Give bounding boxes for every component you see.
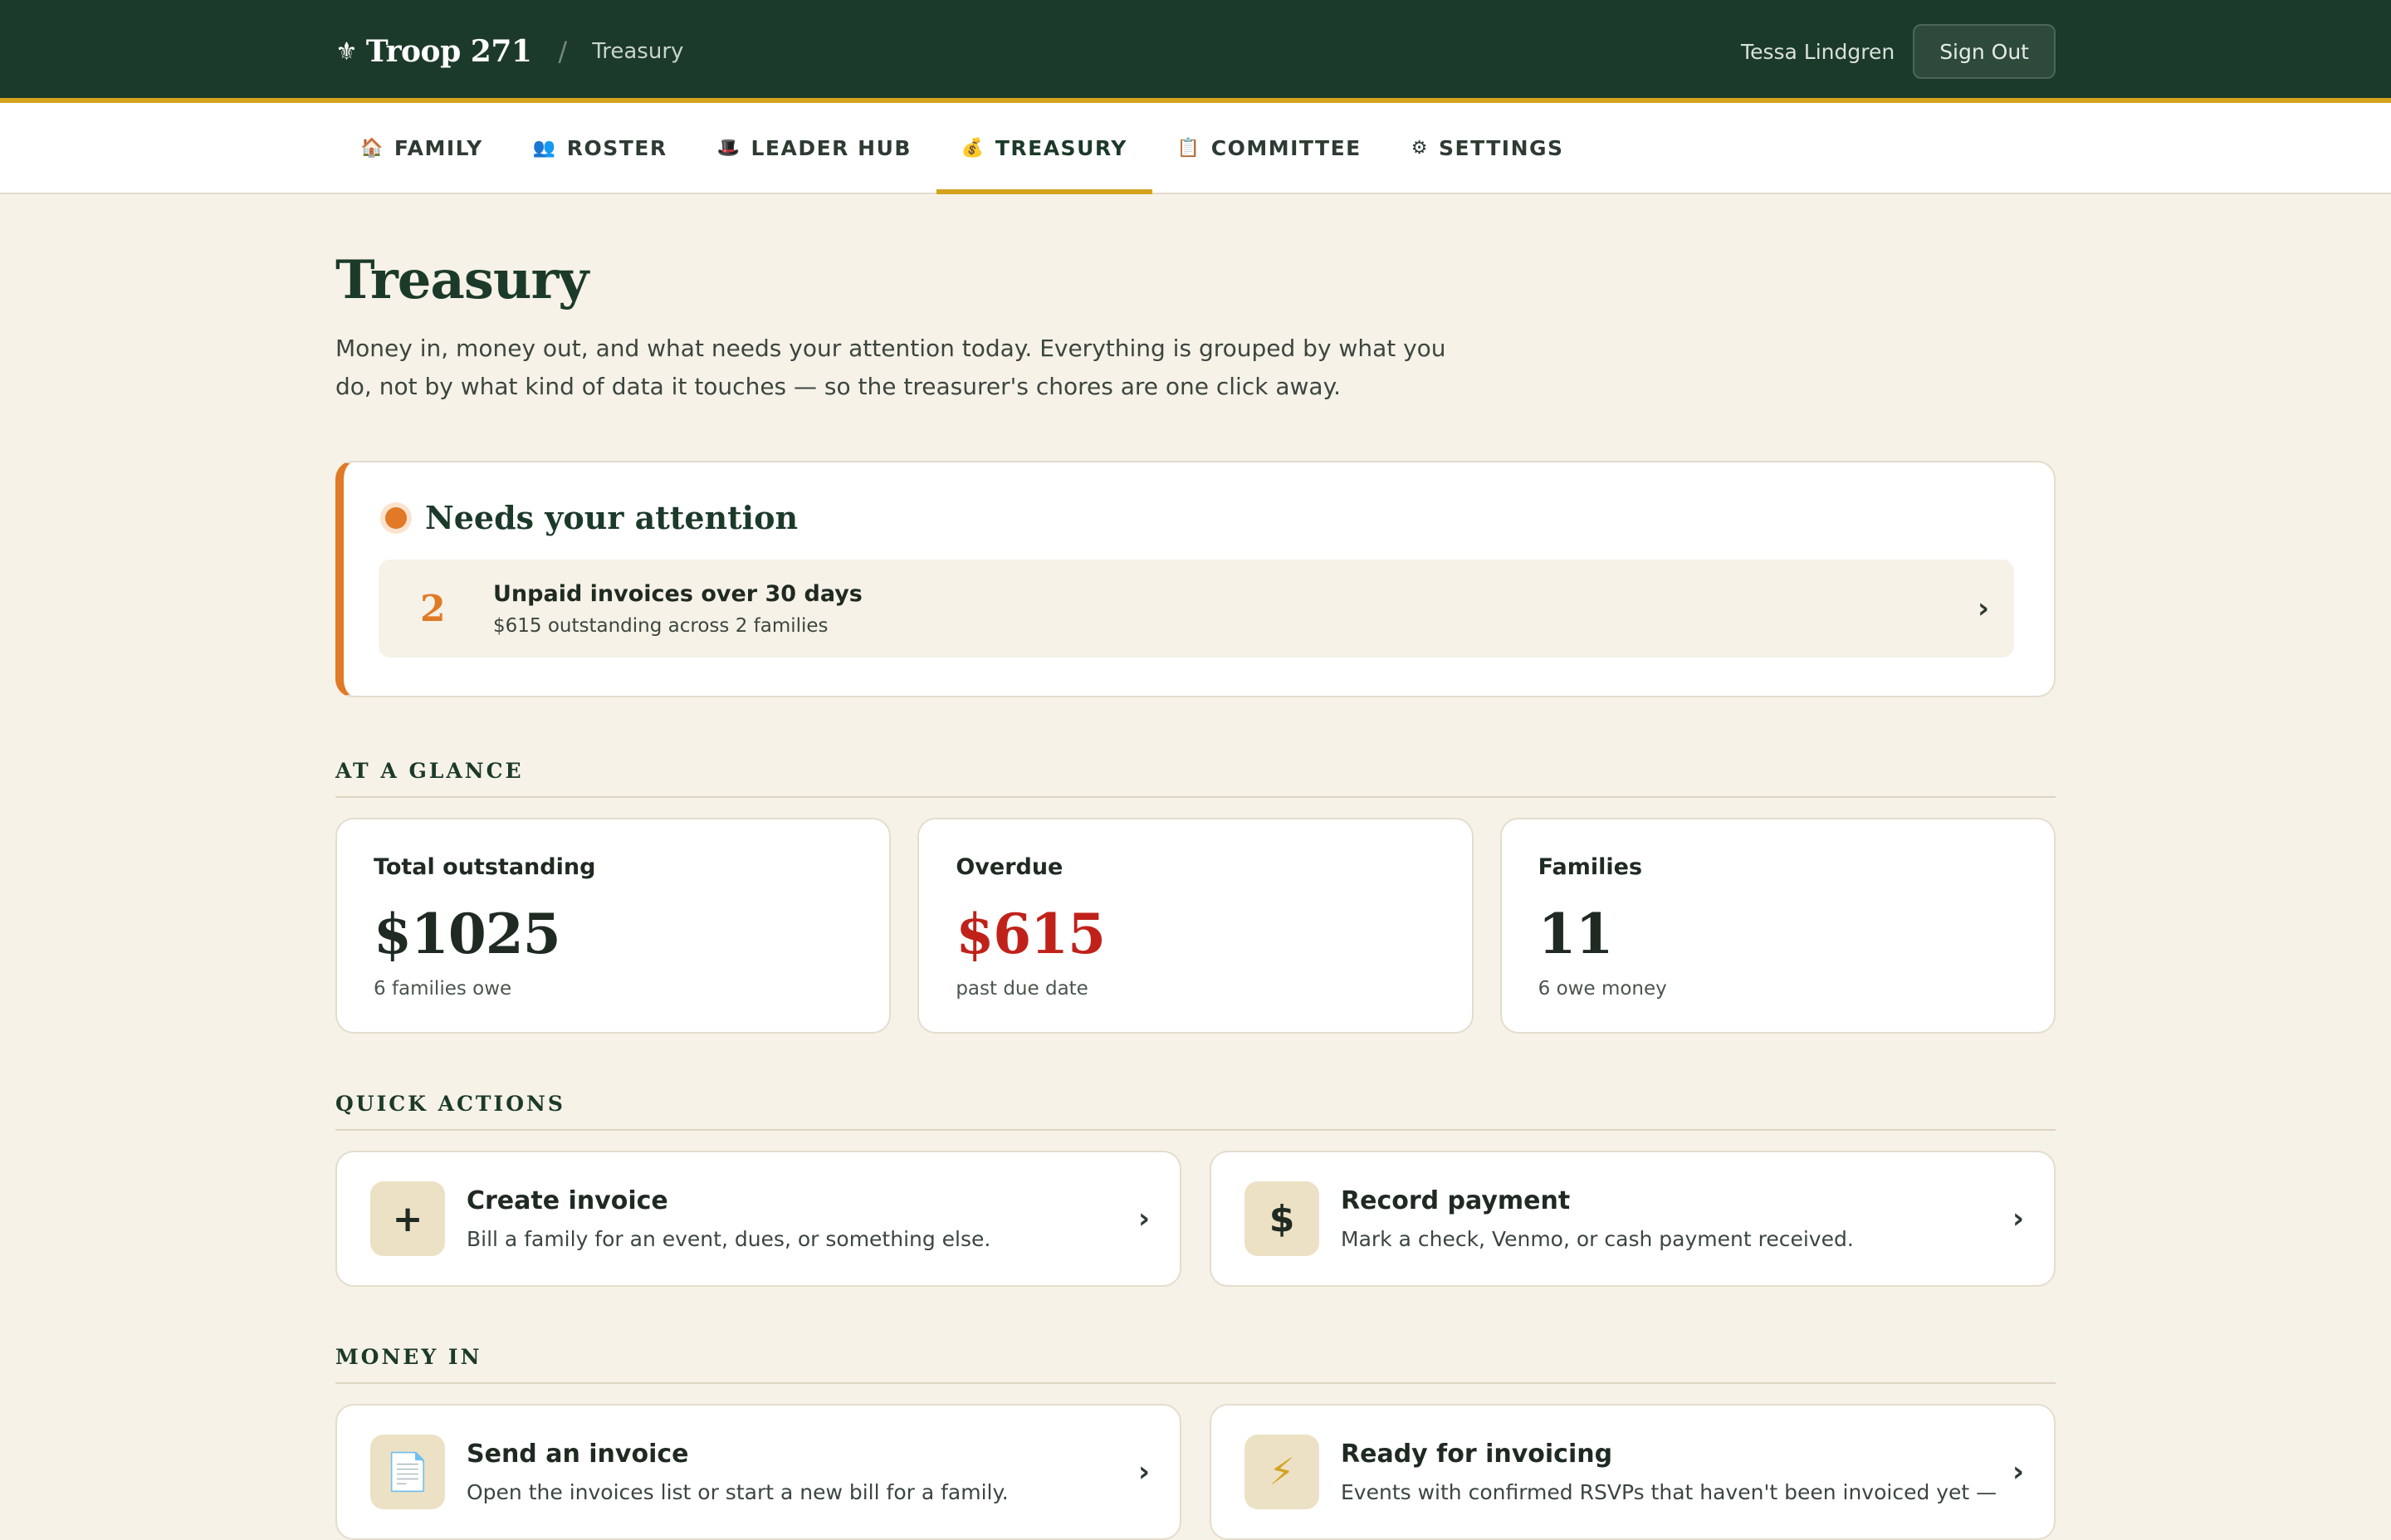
stat-card-families: Families 11 6 owe money (1499, 818, 2056, 1034)
main-nav-inner: 🏠 FAMILY 👥 ROSTER 🎩 LEADER HUB 💰 TREASUR… (335, 103, 2056, 194)
top-header-inner: ⚜ Troop 271 / Treasury Tessa Lindgren Si… (335, 0, 2056, 103)
attention-title: Needs your attention (425, 499, 799, 536)
chevron-right-icon: › (2012, 1202, 2024, 1235)
page-title: Treasury (335, 249, 589, 311)
tab-settings[interactable]: ⚙ SETTINGS (1386, 103, 1589, 193)
stat-label: Overdue (956, 854, 1063, 880)
user-name: Tessa Lindgren (1741, 39, 1895, 64)
plus-icon: + (370, 1181, 445, 1256)
send-invoice-card[interactable]: 📄 Send an invoice Open the invoices list… (335, 1404, 1181, 1540)
main-nav: 🏠 FAMILY 👥 ROSTER 🎩 LEADER HUB 💰 TREASUR… (0, 103, 2391, 194)
chevron-right-icon: › (2012, 1455, 2024, 1489)
main-content: Treasury Money in, money out, and what n… (335, 199, 2056, 1540)
stat-label: Families (1538, 854, 1643, 880)
action-title: Create invoice (467, 1186, 668, 1215)
page-description: Money in, money out, and what needs your… (335, 335, 1446, 400)
tab-family[interactable]: 🏠 FAMILY (335, 103, 508, 193)
attention-header: Needs your attention (379, 499, 2014, 536)
gear-icon: ⚙ (1411, 137, 1429, 159)
action-text: Ready for invoicing Events with confirme… (1341, 1440, 1997, 1504)
clipboard-icon: 📋 (1176, 137, 1201, 159)
stat-value: $1025 (374, 902, 561, 966)
action-subtitle: Events with confirmed RSVPs that haven't… (1341, 1480, 1997, 1504)
action-text: Record payment Mark a check, Venmo, or c… (1341, 1186, 1854, 1251)
section-label-money-in: MONEY IN (335, 1345, 2056, 1384)
quick-actions-row: + Create invoice Bill a family for an ev… (335, 1151, 2056, 1287)
dollar-icon: $ (1244, 1181, 1319, 1256)
tab-label: LEADER HUB (751, 135, 912, 160)
stat-card-total-outstanding: Total outstanding $1025 6 families owe (335, 818, 892, 1034)
tab-roster[interactable]: 👥 ROSTER (508, 103, 692, 193)
attention-item-title: Unpaid invoices over 30 days (493, 580, 863, 607)
stats-row: Total outstanding $1025 6 families owe O… (335, 818, 2056, 1034)
top-header: ⚜ Troop 271 / Treasury Tessa Lindgren Si… (0, 0, 2391, 103)
fleur-de-lis-icon: ⚜ (335, 37, 358, 66)
chevron-right-icon: › (1977, 592, 1989, 625)
tab-label: ROSTER (566, 135, 667, 160)
tab-label: SETTINGS (1439, 135, 1564, 160)
action-title: Record payment (1341, 1186, 1571, 1215)
attention-text: Unpaid invoices over 30 days $615 outsta… (493, 581, 863, 637)
chevron-right-icon: › (1137, 1455, 1150, 1489)
action-subtitle: Bill a family for an event, dues, or som… (467, 1227, 991, 1251)
money-bag-icon: 💰 (961, 137, 985, 159)
stat-label: Total outstanding (374, 854, 596, 880)
attention-item-subtitle: $615 outstanding across 2 families (493, 614, 829, 637)
record-payment-card[interactable]: $ Record payment Mark a check, Venmo, or… (1210, 1151, 2056, 1287)
chevron-right-icon: › (1137, 1202, 1150, 1235)
tab-label: TREASURY (995, 135, 1127, 160)
brand-name: Troop 271 (365, 34, 532, 69)
attention-count: 2 (420, 587, 446, 630)
top-hat-icon: 🎩 (716, 137, 741, 159)
ready-for-invoicing-card[interactable]: ⚡ Ready for invoicing Events with confir… (1210, 1404, 2056, 1540)
stat-value: 11 (1538, 902, 1614, 966)
action-text: Create invoice Bill a family for an even… (467, 1186, 990, 1251)
action-title: Ready for invoicing (1341, 1440, 1613, 1469)
user-area: Tessa Lindgren Sign Out (1741, 24, 2056, 79)
attention-panel: Needs your attention 2 Unpaid invoices o… (335, 461, 2056, 697)
breadcrumb-separator: / (558, 36, 568, 67)
breadcrumb-current: Treasury (592, 39, 684, 64)
action-subtitle: Open the invoices list or start a new bi… (467, 1480, 1009, 1504)
action-text: Send an invoice Open the invoices list o… (467, 1440, 1009, 1504)
attention-item-unpaid-invoices[interactable]: 2 Unpaid invoices over 30 days $615 outs… (379, 560, 2014, 658)
section-label-quick-actions: QUICK ACTIONS (335, 1092, 2056, 1131)
section-label-at-a-glance: AT A GLANCE (335, 759, 2056, 798)
stat-subtext: past due date (956, 978, 1088, 1000)
alert-dot-icon (385, 506, 407, 529)
stat-subtext: 6 families owe (374, 978, 512, 1000)
create-invoice-card[interactable]: + Create invoice Bill a family for an ev… (335, 1151, 1181, 1287)
stat-subtext: 6 owe money (1538, 978, 1667, 1000)
document-icon: 📄 (370, 1435, 445, 1509)
tab-committee[interactable]: 📋 COMMITTEE (1152, 103, 1386, 193)
action-subtitle: Mark a check, Venmo, or cash payment rec… (1341, 1227, 1854, 1251)
tab-treasury[interactable]: 💰 TREASURY (936, 103, 1152, 194)
brand[interactable]: ⚜ Troop 271 (335, 34, 532, 69)
house-icon: 🏠 (360, 137, 384, 159)
money-in-row: 📄 Send an invoice Open the invoices list… (335, 1404, 2056, 1540)
people-icon: 👥 (532, 137, 557, 159)
action-title: Send an invoice (467, 1440, 689, 1469)
tab-leader-hub[interactable]: 🎩 LEADER HUB (692, 103, 936, 193)
tab-label: FAMILY (394, 135, 483, 160)
sign-out-button[interactable]: Sign Out (1913, 24, 2056, 79)
lightning-icon: ⚡ (1244, 1435, 1319, 1509)
tab-label: COMMITTEE (1210, 135, 1362, 160)
stat-card-overdue: Overdue $615 past due date (917, 818, 1474, 1034)
stat-value: $615 (956, 902, 1106, 966)
